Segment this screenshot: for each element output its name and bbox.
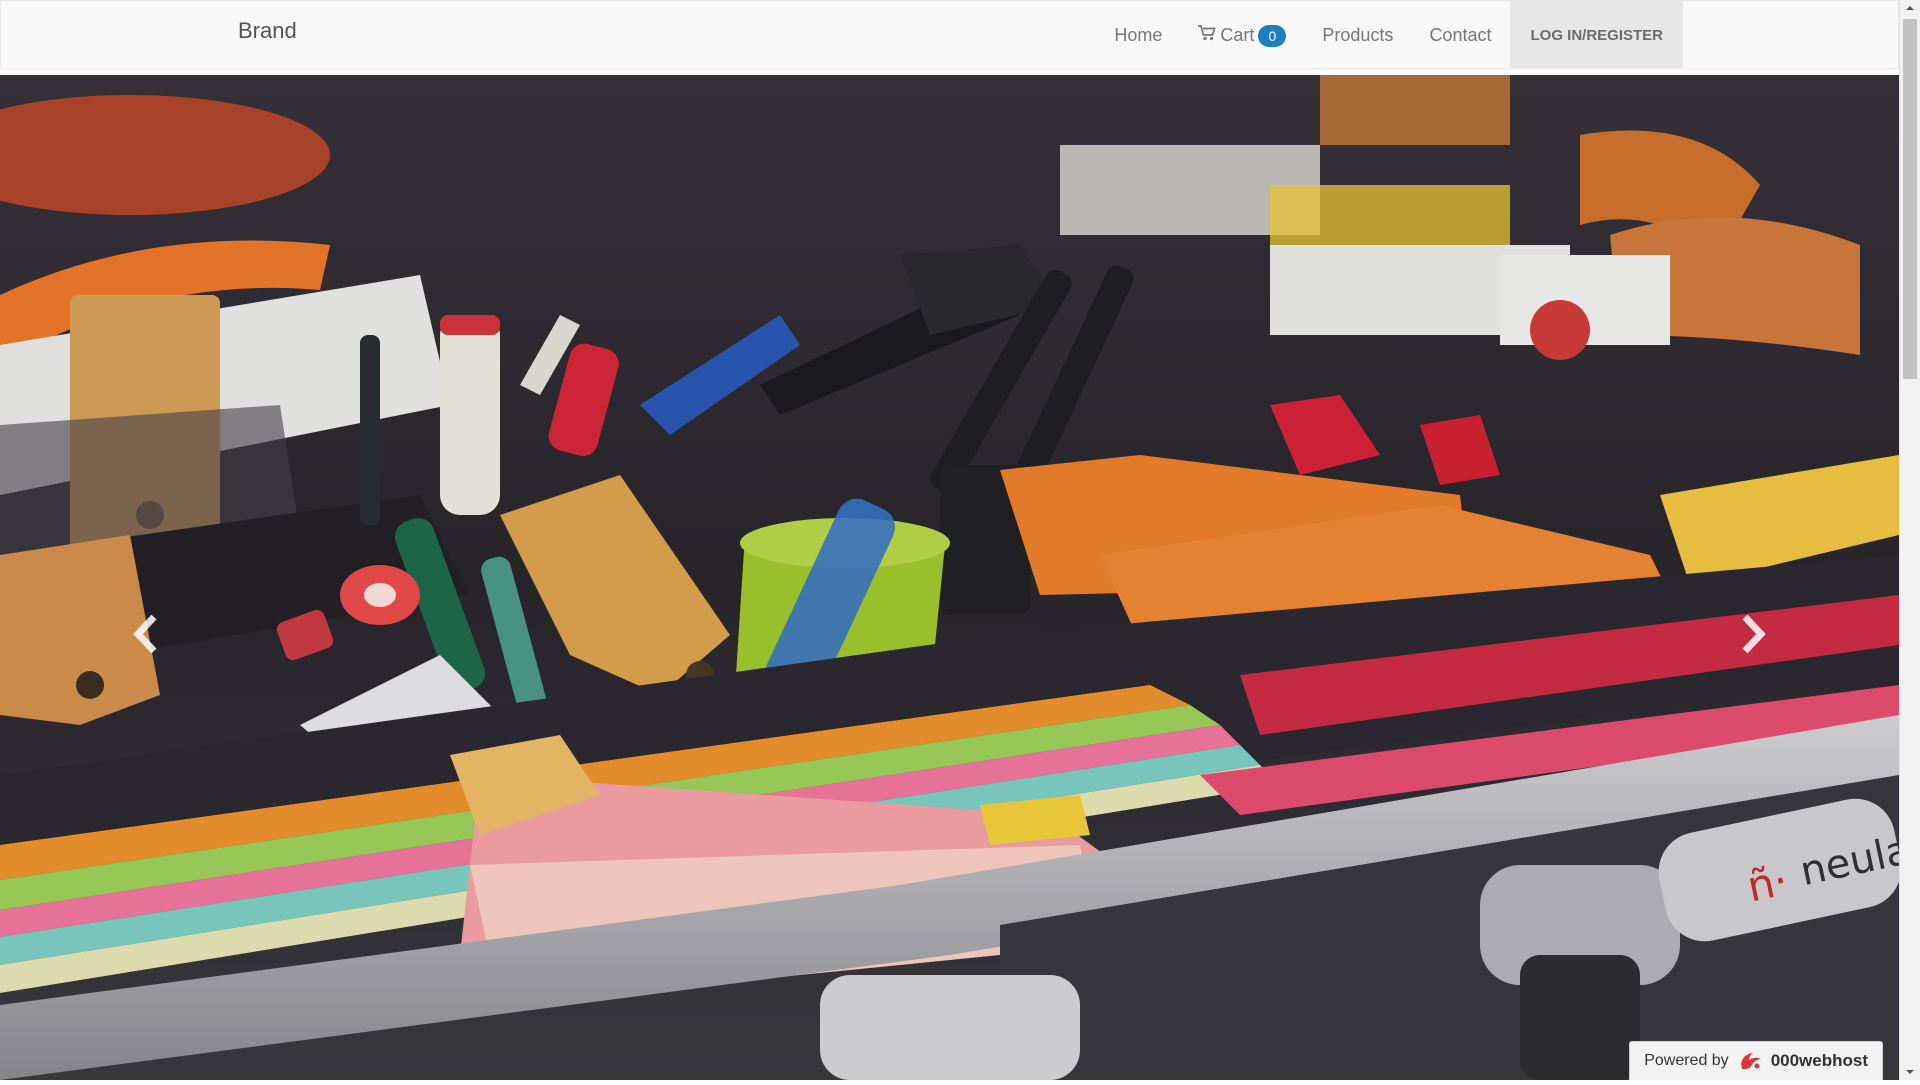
hero-carousel: ñ· neulan <box>0 75 1899 1080</box>
nav-products[interactable]: Products <box>1304 1 1411 69</box>
brand-link[interactable]: Brand <box>238 18 297 44</box>
arrow-up-icon <box>1906 6 1914 10</box>
carousel-next-control[interactable] <box>1599 75 1899 1080</box>
navbar: Brand Home Cart 0 Products Contact LOG I… <box>0 0 1899 69</box>
chevron-left-icon <box>133 614 157 654</box>
cart-icon <box>1198 25 1217 41</box>
powered-by-host: 000webhost <box>1770 1051 1868 1070</box>
login-register-button[interactable]: LOG IN/REGISTER <box>1510 1 1683 69</box>
webhost-logo-icon <box>1740 1053 1761 1070</box>
nav-links: Home Cart 0 Products Contact LOG IN/REGI… <box>1096 1 1683 69</box>
nav-cart[interactable]: Cart 0 <box>1180 1 1304 69</box>
powered-by-badge[interactable]: Powered by 000webhost <box>1629 1041 1883 1080</box>
carousel-prev-control[interactable] <box>0 75 300 1080</box>
cart-count-badge: 0 <box>1258 25 1287 47</box>
page-scrollbar[interactable] <box>1899 0 1920 1080</box>
scrollbar-thumb[interactable] <box>1903 19 1917 379</box>
nav-products-label: Products <box>1322 24 1394 45</box>
scroll-up-button[interactable] <box>1900 0 1920 17</box>
nav-cart-label: Cart <box>1220 24 1255 45</box>
nav-contact-label: Contact <box>1429 24 1492 45</box>
nav-home[interactable]: Home <box>1096 1 1180 69</box>
arrow-down-icon <box>1906 1070 1914 1074</box>
powered-by-prefix: Powered by <box>1644 1052 1729 1069</box>
login-register-label: LOG IN/REGISTER <box>1530 26 1663 44</box>
nav-home-label: Home <box>1114 24 1163 45</box>
nav-contact[interactable]: Contact <box>1411 1 1509 69</box>
chevron-right-icon <box>1742 614 1766 654</box>
scroll-down-button[interactable] <box>1900 1063 1920 1080</box>
